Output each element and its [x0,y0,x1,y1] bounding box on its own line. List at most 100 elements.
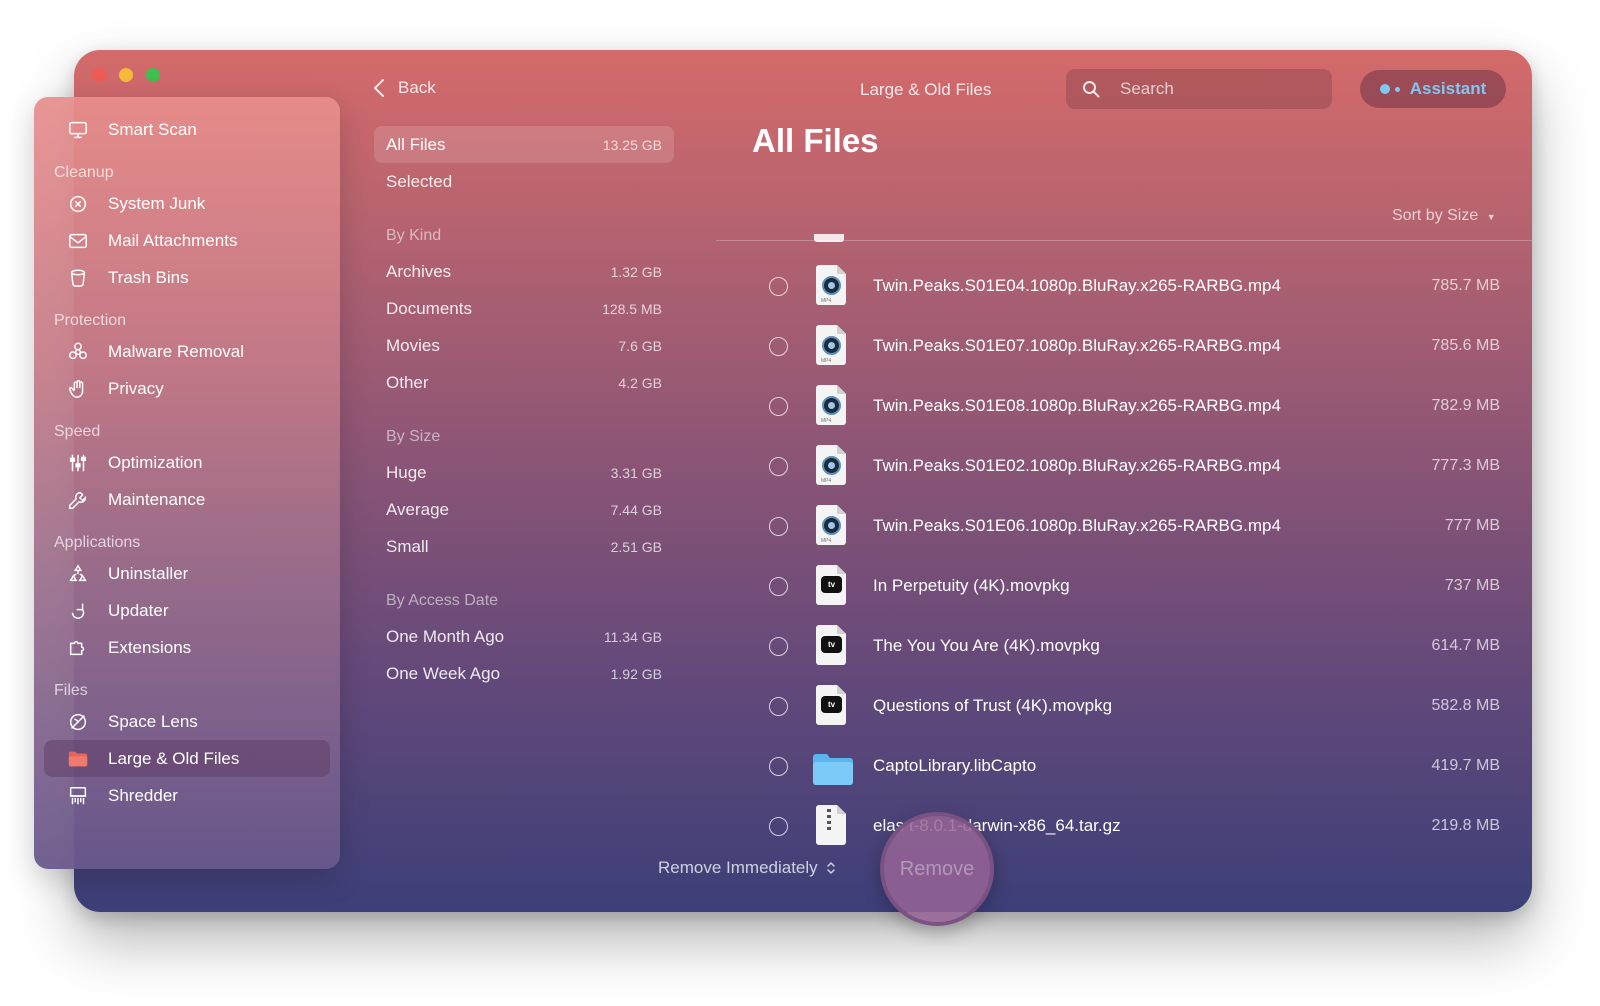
uninstaller-icon [66,562,90,586]
file-name: CaptoLibrary.libCapto [873,756,1037,775]
filter-movies[interactable]: Movies 7.6 GB [374,327,674,364]
remove-mode-label: Remove Immediately [658,858,818,877]
filter-value: 1.32 GB [610,263,662,280]
assistant-icon [1379,84,1400,94]
remove-mode-select[interactable]: Remove Immediately [658,858,836,878]
filter-value: 4.2 GB [618,374,662,391]
filter-documents[interactable]: Documents 128.5 MB [374,290,674,327]
search-icon [1083,81,1100,98]
caret-down-icon: ▼ [1486,212,1496,222]
sidebar-section-files: Files [54,682,88,699]
sidebar-item-trash-bins[interactable]: Trash Bins [44,259,330,296]
filter-label: One Month Ago [386,626,505,646]
select-radio[interactable] [769,336,788,356]
remove-label: Remove [899,857,975,880]
select-radio[interactable] [769,456,788,476]
filter-label: Other [386,372,429,392]
file-row[interactable]: tv In Perpetuity (4K).movpkg 737 MB [760,556,1500,616]
filter-label: Archives [386,261,452,281]
filter-selected[interactable]: Selected [374,163,674,200]
sidebar-item-label: Space Lens [108,711,198,731]
shredder-icon [66,784,90,808]
select-radio[interactable] [769,696,788,716]
sort-dropdown[interactable]: Sort by Size ▼ [1392,207,1496,225]
filter-value: 7.6 GB [618,337,662,354]
sidebar-item-label: Uninstaller [108,563,189,583]
sidebar-item-space-lens[interactable]: Space Lens [44,703,330,740]
filter-value: 2.51 GB [610,538,662,555]
sidebar-item-shredder[interactable]: Shredder [44,777,330,814]
file-row[interactable]: MP4 Twin.Peaks.S01E02.1080p.BluRay.x265-R… [760,436,1500,496]
file-size: 777.3 MB [1431,457,1500,474]
remove-button[interactable]: Remove [880,812,994,926]
file-row[interactable]: MP4 Twin.Peaks.S01E07.1080p.BluRay.x265-R… [760,316,1500,376]
filter-small[interactable]: Small 2.51 GB [374,528,674,565]
select-radio[interactable] [769,636,788,656]
select-radio[interactable] [769,396,788,416]
updater-icon [66,599,90,623]
sidebar-item-maintenance[interactable]: Maintenance [44,481,330,518]
close-button[interactable] [92,68,106,82]
folder-icon [813,745,853,787]
sidebar-section-applications: Applications [54,534,141,551]
filter-value: 3.31 GB [610,464,662,481]
select-radio[interactable] [769,816,788,836]
by-size-heading: By Size [386,428,441,445]
file-row[interactable]: MP4 Twin.Peaks.S01E06.1080p.BluRay.x265-R… [760,496,1500,556]
file-name: In Perpetuity (4K).movpkg [873,576,1070,595]
file-row[interactable]: tv Questions of Trust (4K).movpkg 582.8 MB [760,676,1500,736]
filter-one-month-ago[interactable]: One Month Ago 11.34 GB [374,618,674,655]
select-radio[interactable] [769,756,788,776]
sidebar-item-label: Trash Bins [108,267,189,287]
sidebar-item-large-old-files[interactable]: Large & Old Files [44,740,330,777]
sidebar-item-privacy[interactable]: Privacy [44,370,330,407]
sidebar-item-updater[interactable]: Updater [44,592,330,629]
assistant-label: Assistant [1409,79,1487,98]
filter-average[interactable]: Average 7.44 GB [374,491,674,528]
assistant-button[interactable]: Assistant [1360,70,1506,108]
back-button[interactable]: Back [372,78,436,98]
sidebar-item-label: Smart Scan [108,119,197,139]
biohazard-icon [66,340,90,364]
filter-value: 7.44 GB [610,501,662,518]
search-box[interactable] [1066,69,1332,109]
select-radio[interactable] [769,516,788,536]
filter-one-week-ago[interactable]: One Week Ago 1.92 GB [374,655,674,692]
search-input[interactable] [1120,79,1310,99]
file-name: The You You Are (4K).movpkg [873,636,1100,655]
file-row[interactable]: elas t-8.0.1-darwin-x86_64.tar.gz 219.8 M… [760,796,1500,856]
sidebar-item-mail-attachments[interactable]: Mail Attachments [44,222,330,259]
select-radio[interactable] [769,576,788,596]
smart-scan-icon [66,118,90,142]
file-list: MP4 Twin.Peaks.S01E04.1080p.BluRay.x265-R… [760,256,1500,856]
file-row[interactable]: tv The You You Are (4K).movpkg 614.7 MB [760,616,1500,676]
sidebar-item-smart-scan[interactable]: Smart Scan [44,111,330,148]
sidebar-section-cleanup: Cleanup [54,164,114,181]
updown-chevron-icon [826,862,835,874]
filter-label: Average [386,499,450,519]
sidebar-item-malware-removal[interactable]: Malware Removal [44,333,330,370]
file-row[interactable]: MP4 Twin.Peaks.S01E08.1080p.BluRay.x265-R… [760,376,1500,436]
file-size: 419.7 MB [1431,757,1500,774]
file-size: 737 MB [1444,577,1500,594]
sidebar-item-label: Mail Attachments [108,230,238,250]
sidebar-item-extensions[interactable]: Extensions [44,629,330,666]
sidebar-item-uninstaller[interactable]: Uninstaller [44,555,330,592]
select-radio[interactable] [769,276,788,296]
filter-all-files[interactable]: All Files 13.25 GB [374,126,674,163]
filter-huge[interactable]: Huge 3.31 GB [374,454,674,491]
chevron-left-icon [374,79,384,97]
zoom-button[interactable] [146,68,160,82]
window-title: Large & Old Files [860,80,992,99]
sidebar-item-system-junk[interactable]: System Junk [44,185,330,222]
file-name: Questions of Trust (4K).movpkg [873,696,1113,715]
sidebar-item-label: Extensions [108,637,192,657]
filter-archives[interactable]: Archives 1.32 GB [374,253,674,290]
filter-other[interactable]: Other 4.2 GB [374,364,674,401]
sidebar-section-speed: Speed [54,423,101,440]
file-row[interactable]: CaptoLibrary.libCapto 419.7 MB [760,736,1500,796]
minimize-button[interactable] [119,68,133,82]
by-kind-heading: By Kind [386,227,442,244]
file-row[interactable]: MP4 Twin.Peaks.S01E04.1080p.BluRay.x265-R… [760,256,1500,316]
sidebar-item-optimization[interactable]: Optimization [44,444,330,481]
